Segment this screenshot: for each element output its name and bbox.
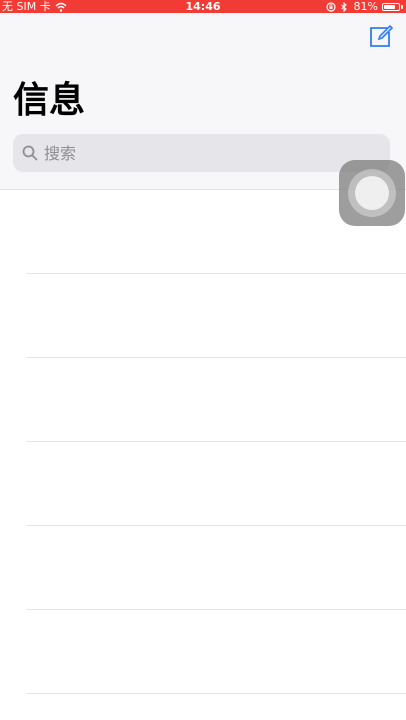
- message-list: [0, 190, 406, 720]
- compose-icon: [368, 23, 394, 53]
- list-item[interactable]: [0, 274, 406, 358]
- battery-tip: [401, 4, 403, 9]
- assistive-touch-button[interactable]: [339, 160, 405, 226]
- battery-icon: [382, 2, 403, 11]
- compose-button[interactable]: [366, 23, 396, 53]
- list-item[interactable]: [0, 610, 406, 694]
- search-bar[interactable]: [13, 134, 390, 172]
- list-item[interactable]: [0, 442, 406, 526]
- search-icon: [21, 144, 39, 162]
- list-item[interactable]: [0, 358, 406, 442]
- battery-fill: [384, 4, 396, 9]
- bluetooth-icon: [340, 1, 350, 12]
- battery-percent: 81%: [353, 0, 378, 13]
- battery-body: [382, 2, 400, 11]
- lock-rotation-icon: [325, 1, 336, 12]
- assistive-touch-icon: [348, 169, 396, 217]
- list-item[interactable]: [0, 526, 406, 610]
- assistive-touch-core: [355, 176, 389, 210]
- search-input[interactable]: [44, 143, 390, 163]
- page-title: 信息: [13, 80, 86, 121]
- status-bar: 无 SIM 卡 14:46 81%: [0, 0, 406, 13]
- status-right: 81%: [325, 0, 403, 13]
